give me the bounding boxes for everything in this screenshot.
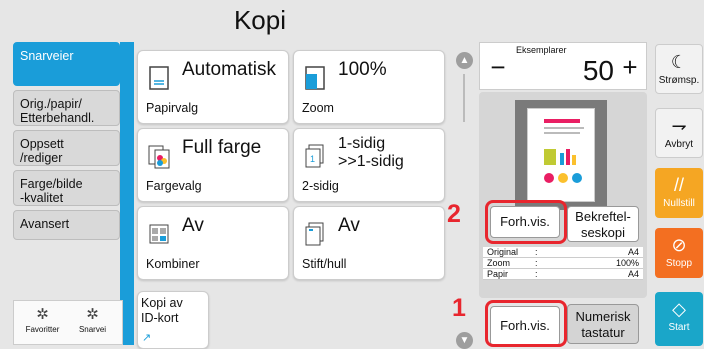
shortcut-button[interactable]: ✲ Snarvei [70,305,115,343]
duplex-tile[interactable]: 1 1-sidig >>1-sidig 2-sidig [293,128,445,202]
paper-value: Automatisk [182,59,276,80]
moon-icon: ☾ [670,52,688,72]
start-button[interactable]: ◇ Start [655,292,703,346]
confirm-copy-button[interactable]: Bekreftel- seskopi [567,206,639,242]
tab-layout-edit[interactable]: Oppsett /rediger [13,130,120,166]
start-icon: ◇ [672,299,686,319]
scroll-down-icon[interactable]: ▼ [456,332,473,349]
zoom-label: Zoom [302,101,334,115]
stop-icon: ⊘ [671,235,687,255]
id-card-label: Kopi av ID-kort [141,296,183,325]
zoom-icon [305,66,325,90]
cancel-button[interactable]: ⇁ Avbryt [655,108,703,158]
tab-original-paper[interactable]: Orig./papir/ Etterbehandl. [13,90,120,126]
staple-value: Av [338,215,360,236]
duplex-label: 2-sidig [302,179,339,193]
staple-tile[interactable]: Av Stift/hull [293,206,445,280]
favorites-label: Favoritter [25,325,60,334]
combine-value: Av [182,215,204,236]
id-card-copy-tile[interactable]: Kopi av ID-kort ↗ [137,291,209,349]
copy-screen: Kopi Snarveier Orig./papir/ Etterbehandl… [0,0,704,349]
tab-advanced[interactable]: Avansert [13,210,120,240]
duplex-icon: 1 [305,144,324,168]
scroll-thumb[interactable] [463,74,465,122]
copies-minus-button[interactable]: − [484,51,512,85]
color-label: Fargevalg [146,179,202,193]
settings-info: Original: A4 Zoom:100% Papir: A4 [483,247,643,280]
color-pages-icon [148,145,170,169]
tab-color-quality[interactable]: Farge/bilde -kvalitet [13,170,120,206]
duplex-value: 1-sidig >>1-sidig [338,135,404,170]
shortcut-label: Snarvei [78,325,107,334]
staple-icon [305,222,324,246]
tab-shortcuts[interactable]: Snarveier [13,42,120,86]
start-label: Start [668,322,690,333]
paper-label: Papirvalg [146,101,199,115]
copies-plus-button[interactable]: + [616,51,644,85]
arrow-icon: ↗ [142,332,152,344]
copies-value[interactable]: 50 [550,55,614,87]
numeric-keypad-button[interactable]: Numerisk tastatur [567,304,639,344]
cancel-label: Avbryt [664,139,694,150]
page-title: Kopi [233,5,287,35]
callout-box-1 [485,300,567,347]
paper-icon [149,66,169,90]
callout-number-1: 1 [452,294,466,322]
paper-select-tile[interactable]: Automatisk Papirvalg [137,50,289,124]
combine-label: Kombiner [146,257,200,271]
scroll-up-icon[interactable]: ▲ [456,52,473,69]
zoom-tile[interactable]: 100% Zoom [293,50,445,124]
combine-icon [149,224,169,244]
cancel-icon: ⇁ [671,116,687,136]
power-save-label: Strømsp. [658,75,700,86]
reset-button[interactable]: // Nullstill [655,168,703,218]
reset-label: Nullstill [663,198,695,209]
color-value: Full farge [182,137,262,158]
copies-control: Eksemplarer − 50 + [479,42,647,90]
shortcut-bar: ✲ Favoritter ✲ Snarvei [13,300,123,345]
gear-plus-icon: ✲ [86,306,99,323]
copies-label: Eksemplarer [516,45,567,55]
reset-icon: // [673,175,684,195]
callout-number-2: 2 [447,200,461,228]
preview-panel: Forh.vis. Bekreftel- seskopi Original: A4… [479,92,647,298]
color-select-tile[interactable]: Full farge Fargevalg [137,128,289,202]
gear-star-icon: ✲ [36,306,49,323]
power-save-button[interactable]: ☾ Strømsp. [655,44,703,94]
callout-box-2 [485,200,567,244]
stop-label: Stopp [665,258,693,269]
staple-label: Stift/hull [302,257,347,271]
svg-text:1: 1 [310,154,315,164]
zoom-value: 100% [338,59,387,80]
document-thumbnail [515,100,607,210]
combine-tile[interactable]: Av Kombiner [137,206,289,280]
favorites-button[interactable]: ✲ Favoritter [20,305,65,343]
stop-button[interactable]: ⊘ Stopp [655,228,703,278]
